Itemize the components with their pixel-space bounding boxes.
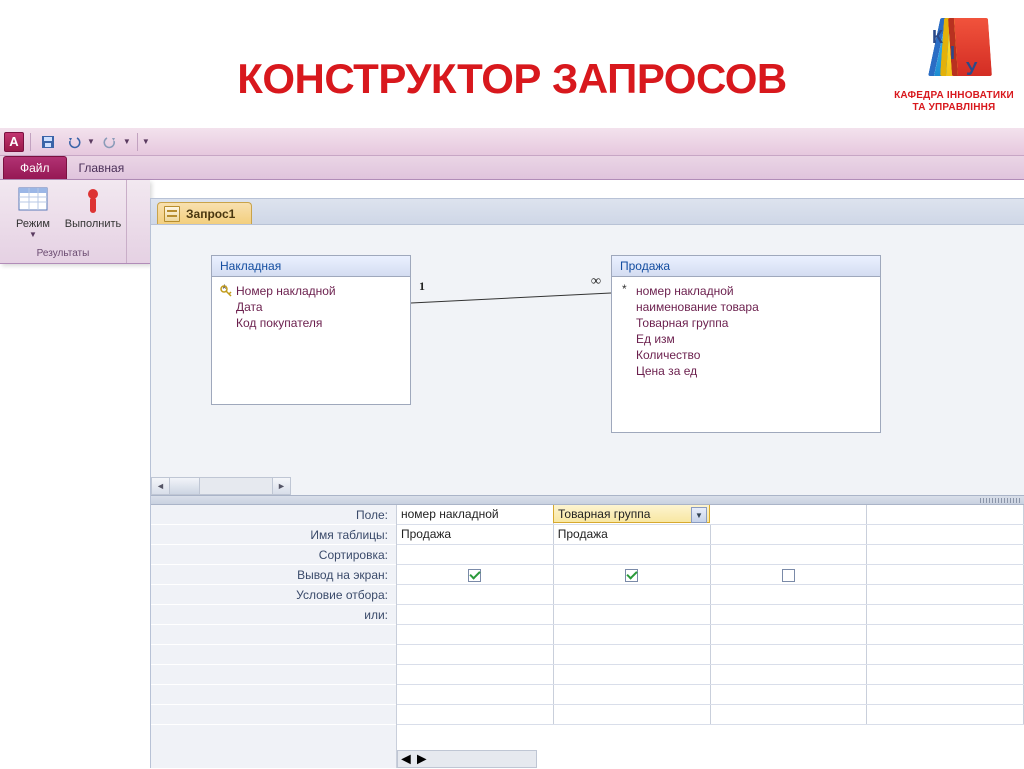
pane-splitter[interactable] bbox=[151, 495, 1024, 505]
criteria-cell[interactable] bbox=[397, 585, 554, 604]
document-tab-bar: Запрос1 bbox=[151, 199, 1024, 225]
field-tovarnaya-gruppa[interactable]: Товарная группа bbox=[618, 315, 874, 331]
access-window: A ▼ ▼ ▼ Файл Главная bbox=[0, 128, 1024, 768]
criteria-cell[interactable] bbox=[711, 585, 868, 604]
table-cell[interactable]: Продажа bbox=[554, 525, 711, 544]
checkbox-checked[interactable] bbox=[468, 569, 481, 582]
table-cell[interactable]: Продажа bbox=[397, 525, 554, 544]
show-cell[interactable] bbox=[554, 565, 711, 584]
table-header-nakladnaya: Накладная bbox=[212, 256, 410, 277]
field-cell-active[interactable]: Товарная группа ▼ bbox=[553, 505, 710, 523]
logo-caption: КАФЕДРА ІННОВАТИКИ ТА УПРАВЛІННЯ bbox=[894, 90, 1014, 114]
quick-access-toolbar: A ▼ ▼ ▼ bbox=[0, 128, 1024, 156]
sort-cell[interactable] bbox=[867, 545, 1024, 564]
field-kod-pokupatelya[interactable]: Код покупателя bbox=[218, 315, 404, 331]
scroll-thumb[interactable] bbox=[170, 478, 200, 494]
grid-row-labels: Поле: Имя таблицы: Сортировка: Вывод на … bbox=[151, 505, 397, 768]
criteria-cell[interactable] bbox=[867, 585, 1024, 604]
criteria-cell[interactable] bbox=[554, 585, 711, 604]
view-mode-button[interactable]: Режим ▼ bbox=[4, 182, 62, 239]
label-field: Поле: bbox=[151, 505, 396, 525]
tab-file[interactable]: Файл bbox=[3, 156, 67, 179]
run-button[interactable]: Выполнить bbox=[64, 182, 122, 239]
document-area: Запрос1 Накладная * Номер накладной Дата… bbox=[150, 198, 1024, 768]
or-cell[interactable] bbox=[554, 605, 711, 624]
show-cell[interactable] bbox=[867, 565, 1024, 584]
qat-customize-icon[interactable]: ▼ bbox=[142, 137, 150, 146]
scroll-right-icon[interactable]: ► bbox=[414, 751, 430, 767]
group-results: Режим ▼ Выполнить Результаты bbox=[0, 180, 127, 263]
table-header-prodazha: Продажа bbox=[612, 256, 880, 277]
field-nomer-nakladnoy[interactable]: Номер накладной bbox=[218, 283, 404, 299]
ribbon-body: Режим ▼ Выполнить Результаты bbox=[0, 180, 150, 264]
field-cell[interactable]: номер накладной bbox=[397, 505, 554, 524]
group-label-results: Результаты bbox=[37, 248, 90, 261]
checkbox-unchecked[interactable] bbox=[782, 569, 795, 582]
grid-scrollbar[interactable]: ◄ ► bbox=[397, 750, 537, 768]
relation-line bbox=[411, 285, 611, 315]
slide-title: КОНСТРУКТОР ЗАПРОСОВ bbox=[0, 55, 1024, 103]
show-cell[interactable] bbox=[397, 565, 554, 584]
query-icon bbox=[164, 206, 180, 222]
query-grid: Поле: Имя таблицы: Сортировка: Вывод на … bbox=[151, 505, 1024, 768]
dropdown-icon[interactable]: ▼ bbox=[691, 507, 707, 523]
design-pane[interactable]: Накладная * Номер накладной Дата Код пок… bbox=[151, 225, 1024, 495]
checkbox-checked[interactable] bbox=[625, 569, 638, 582]
scroll-left-icon[interactable]: ◄ bbox=[152, 478, 170, 494]
scroll-left-icon[interactable]: ◄ bbox=[398, 751, 414, 767]
design-pane-scrollbar[interactable]: ◄ ► bbox=[151, 477, 291, 495]
field-cena-za-ed[interactable]: Цена за ед bbox=[618, 363, 874, 379]
datasheet-icon bbox=[17, 184, 49, 216]
app-badge[interactable]: A bbox=[4, 132, 24, 152]
show-cell[interactable] bbox=[711, 565, 868, 584]
field-cell[interactable] bbox=[867, 505, 1024, 524]
sort-cell[interactable] bbox=[711, 545, 868, 564]
field-kolichestvo[interactable]: Количество bbox=[618, 347, 874, 363]
table-prodazha[interactable]: Продажа * номер накладной наименование т… bbox=[611, 255, 881, 433]
table-cell[interactable] bbox=[711, 525, 868, 544]
label-table: Имя таблицы: bbox=[151, 525, 396, 545]
primary-key-icon bbox=[220, 285, 232, 297]
sort-cell[interactable] bbox=[554, 545, 711, 564]
label-show: Вывод на экран: bbox=[151, 565, 396, 585]
sort-cell[interactable] bbox=[397, 545, 554, 564]
redo-dropdown-icon[interactable]: ▼ bbox=[123, 137, 131, 146]
redo-icon[interactable] bbox=[99, 131, 121, 153]
run-icon bbox=[77, 184, 109, 216]
undo-icon[interactable] bbox=[63, 131, 85, 153]
undo-dropdown-icon[interactable]: ▼ bbox=[87, 137, 95, 146]
field-naimenovanie-tovara[interactable]: наименование товара bbox=[618, 299, 874, 315]
relation-many-label: ∞ bbox=[591, 275, 601, 289]
document-tab-query1[interactable]: Запрос1 bbox=[157, 202, 252, 224]
grid-columns: номер накладной Товарная группа ▼ Продаж… bbox=[397, 505, 1024, 768]
field-nomer-nakladnoy[interactable]: номер накладной bbox=[618, 283, 874, 299]
table-nakladnaya[interactable]: Накладная * Номер накладной Дата Код пок… bbox=[211, 255, 411, 405]
relation-one-label: 1 bbox=[419, 280, 425, 292]
scroll-right-icon[interactable]: ► bbox=[272, 478, 290, 494]
table-cell[interactable] bbox=[867, 525, 1024, 544]
label-sort: Сортировка: bbox=[151, 545, 396, 565]
or-cell[interactable] bbox=[867, 605, 1024, 624]
label-or: или: bbox=[151, 605, 396, 625]
save-icon[interactable] bbox=[37, 131, 59, 153]
label-criteria: Условие отбора: bbox=[151, 585, 396, 605]
or-cell[interactable] bbox=[711, 605, 868, 624]
splitter-grip-icon bbox=[980, 498, 1020, 503]
field-data[interactable]: Дата bbox=[218, 299, 404, 315]
field-ed-izm[interactable]: Ед изм bbox=[618, 331, 874, 347]
or-cell[interactable] bbox=[397, 605, 554, 624]
field-cell[interactable] bbox=[710, 505, 867, 524]
tab-home[interactable]: Главная bbox=[67, 157, 137, 179]
ribbon-tabs: Файл Главная bbox=[0, 156, 1024, 180]
